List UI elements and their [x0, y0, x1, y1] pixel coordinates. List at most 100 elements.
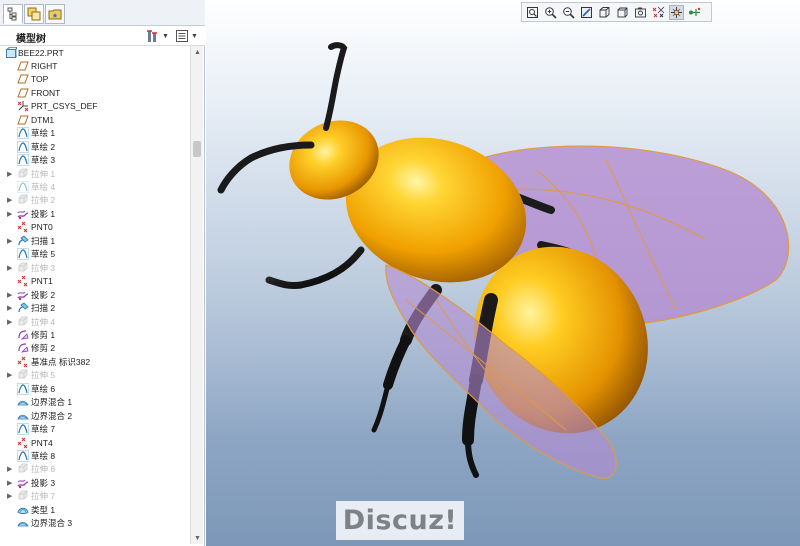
model-tree-item[interactable]: PNT0	[0, 221, 190, 234]
model-tree-item[interactable]: 草绘 4	[0, 181, 190, 194]
zoom-out-button[interactable]	[561, 5, 576, 20]
expand-arrow-icon[interactable]: ▶	[7, 264, 14, 272]
model-tree-item-label: 拉伸 6	[31, 464, 56, 475]
model-tree-item[interactable]: ▶ 拉伸 5	[0, 369, 190, 382]
tree-settings-button[interactable]: ▼	[146, 28, 169, 44]
zoom-in-button[interactable]	[543, 5, 558, 20]
scroll-thumb[interactable]	[193, 141, 201, 157]
model-tree-item[interactable]: PNT1	[0, 275, 190, 288]
model-tree-item[interactable]: 基准点 标识382	[0, 355, 190, 368]
model-tree-item[interactable]: 草绘 8	[0, 450, 190, 463]
model-tree-item-label: RIGHT	[31, 60, 58, 71]
graphics-viewport[interactable]: Discuz!	[206, 0, 800, 546]
model-tree-item[interactable]: 边界混合 2	[0, 409, 190, 422]
model-tree-item-label: 扫描 1	[31, 235, 56, 246]
scroll-up-arrow-icon[interactable]: ▲	[191, 46, 204, 58]
spin-center-button[interactable]	[669, 4, 684, 20]
model-tree-item[interactable]: ▶ 投影 2	[0, 288, 190, 301]
model-tree-item[interactable]: 修剪 2	[0, 342, 190, 355]
model-tree-item[interactable]: 草绘 3	[0, 154, 190, 167]
model-tree-item[interactable]: ▶ 投影 3	[0, 476, 190, 489]
view-manager-button[interactable]	[633, 5, 648, 20]
model-tree-item[interactable]: 草绘 7	[0, 423, 190, 436]
model-tree-item[interactable]: RIGHT	[0, 59, 190, 72]
model-tree-item[interactable]: ▶ 扫描 2	[0, 302, 190, 315]
trim-icon	[18, 343, 29, 353]
model-tree-item[interactable]: 边界混合 1	[0, 396, 190, 409]
datum-point-icon	[17, 275, 28, 287]
model-tree-item[interactable]: ▶ 拉伸 2	[0, 194, 190, 207]
expand-arrow-icon[interactable]: ▶	[7, 492, 14, 500]
sketch-icon	[17, 423, 29, 435]
expand-arrow-icon[interactable]: ▶	[7, 479, 14, 487]
model-tree-item[interactable]: 边界混合 3	[0, 517, 190, 530]
expand-arrow-icon[interactable]: ▶	[7, 318, 14, 326]
model-tree-item-label: 草绘 4	[31, 182, 56, 192]
model-tree-item-label: 投影 2	[31, 289, 56, 300]
model-tree-item-label: TOP	[31, 74, 49, 85]
model-tree-item[interactable]: PRT_CSYS_DEF	[0, 100, 190, 113]
model-tree-item[interactable]: ▶ 拉伸 1	[0, 167, 190, 180]
expand-arrow-icon[interactable]: ▶	[7, 237, 14, 245]
model-tree-item-label: 修剪 1	[31, 329, 56, 340]
model-tree-item[interactable]: BEE22.PRT	[0, 46, 190, 59]
datum-display-filters-button[interactable]	[651, 5, 666, 20]
expand-arrow-icon[interactable]: ▶	[7, 170, 14, 178]
model-tree-item[interactable]: ▶ 拉伸 3	[0, 261, 190, 274]
model-tree-item-label: 拉伸 1	[31, 168, 56, 179]
model-tree-item-label: 草绘 5	[31, 249, 56, 260]
model-tree-item[interactable]: PNT4	[0, 436, 190, 449]
saved-orientations-button[interactable]	[615, 5, 630, 20]
model-tree-scrollbar[interactable]: ▲ ▼	[190, 46, 203, 544]
boundary-blend-icon	[17, 401, 29, 406]
display-style-button[interactable]	[597, 5, 612, 20]
model-tree-tab[interactable]	[3, 4, 23, 24]
expand-arrow-icon[interactable]: ▶	[7, 210, 14, 218]
extrude-icon	[18, 464, 28, 473]
model-tree-item[interactable]: ▶ 拉伸 6	[0, 463, 190, 476]
model-tree-header: 模型树 ▼ ▼	[0, 26, 205, 46]
model-tree-item-label: 草绘 6	[31, 383, 56, 394]
layers-tab-icon	[27, 7, 41, 21]
model-tree-item[interactable]: 草绘 6	[0, 382, 190, 395]
annotation-display-button[interactable]	[687, 5, 702, 20]
model-tree-item[interactable]: DTM1	[0, 113, 190, 126]
tree-show-button[interactable]: ▼	[175, 28, 198, 44]
bee-3d-model[interactable]	[206, 0, 800, 546]
refit-button[interactable]	[525, 5, 540, 20]
repaint-button[interactable]	[579, 5, 594, 20]
expand-arrow-icon[interactable]: ▶	[7, 371, 14, 379]
sketch-icon	[17, 181, 29, 193]
model-tree-item[interactable]: 修剪 1	[0, 328, 190, 341]
model-tree-item-label: 类型 1	[31, 504, 56, 515]
sketch-icon	[17, 140, 29, 153]
model-tree-item-label: PNT1	[31, 276, 53, 287]
model-tree-item[interactable]: ▶ 投影 1	[0, 207, 190, 220]
model-tree-item[interactable]: 草绘 1	[0, 127, 190, 140]
favorites-tab[interactable]	[45, 4, 65, 24]
model-tree-item[interactable]: TOP	[0, 73, 190, 86]
sketch-icon	[17, 382, 29, 395]
model-tree-item[interactable]: 草绘 5	[0, 248, 190, 261]
scroll-down-arrow-icon[interactable]: ▼	[191, 532, 204, 544]
model-tree-item-label: 拉伸 4	[31, 316, 56, 327]
expand-arrow-icon[interactable]: ▶	[7, 304, 14, 312]
model-tree-item-label: 草绘 8	[31, 451, 56, 461]
expand-arrow-icon[interactable]: ▶	[7, 291, 14, 299]
sketch-icon	[17, 248, 29, 261]
model-tree-item[interactable]: ▶ 扫描 1	[0, 234, 190, 247]
extrude-icon	[18, 195, 28, 204]
model-tree-item-label: 修剪 2	[31, 343, 56, 354]
chevron-down-icon: ▼	[191, 32, 198, 40]
model-tree-item[interactable]: 类型 1	[0, 503, 190, 516]
layers-tab[interactable]	[24, 4, 44, 24]
model-tree-item[interactable]: FRONT	[0, 86, 190, 99]
expand-arrow-icon[interactable]: ▶	[7, 196, 14, 204]
model-tree-item[interactable]: ▶ 拉伸 7	[0, 490, 190, 503]
expand-arrow-icon[interactable]: ▶	[7, 465, 14, 473]
model-tree-item[interactable]: ▶ 拉伸 4	[0, 315, 190, 328]
project-curve-icon	[17, 291, 29, 300]
model-tree-item[interactable]: 草绘 2	[0, 140, 190, 153]
zoom-out-icon	[563, 6, 575, 19]
trim-icon	[18, 330, 29, 340]
